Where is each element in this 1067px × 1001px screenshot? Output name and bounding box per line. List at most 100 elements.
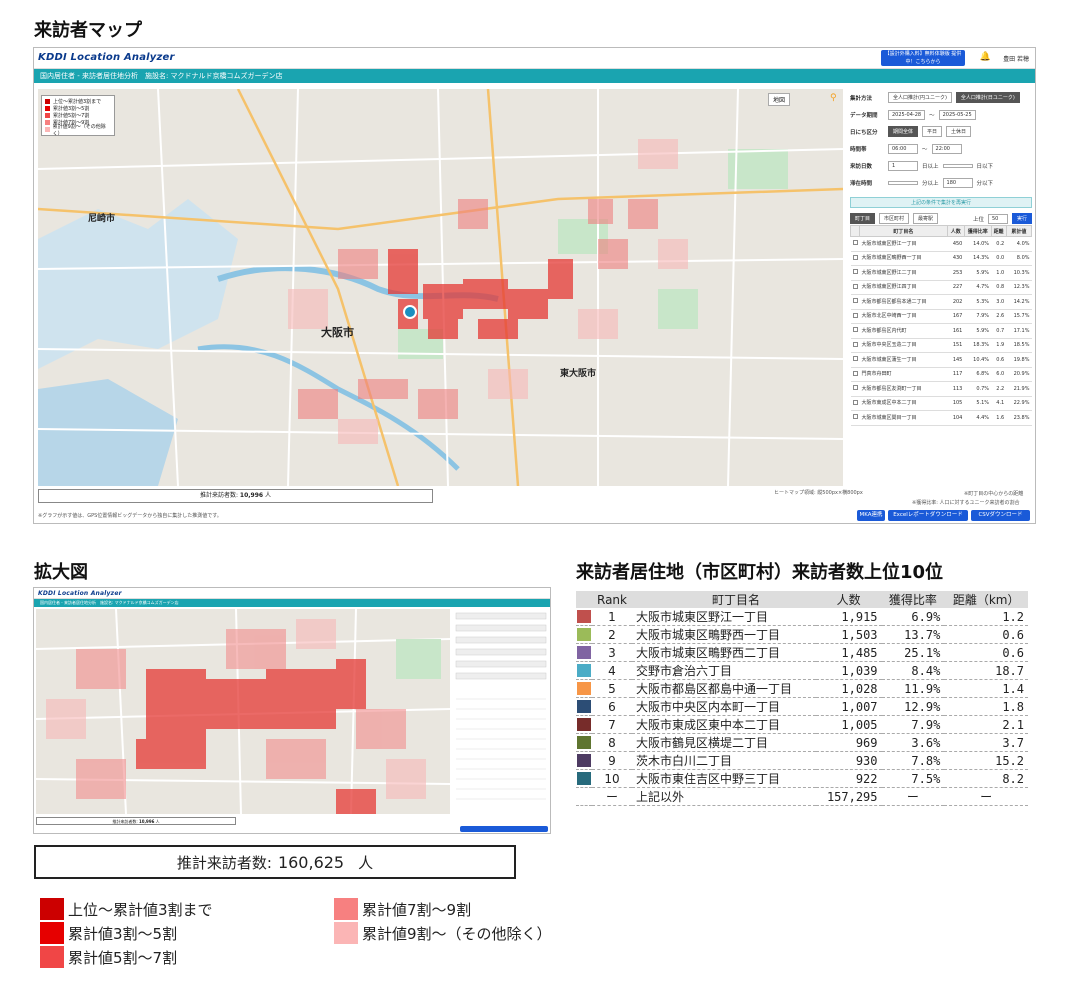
date-from-input[interactable]: 2025-04-28 <box>888 109 926 120</box>
top-n-input[interactable]: 50 <box>987 213 1008 224</box>
rank-name: 大阪市鶴見区横堤二丁目 <box>632 733 816 752</box>
row-checkbox[interactable] <box>850 367 860 382</box>
ranking-row: 4 交野市倉治六丁目 1,039 8.4% 18.7 <box>576 661 1028 680</box>
row-checkbox[interactable] <box>850 265 860 281</box>
rerun-button[interactable]: 上記の条件で集計を再実行 <box>850 197 1032 208</box>
row-checkbox[interactable] <box>850 352 860 368</box>
time-to-select[interactable]: 22:00 <box>931 143 962 154</box>
table-row[interactable]: 大阪市都島区友渕町一丁目 113 0.7% 2.2 21.9% <box>850 381 1032 397</box>
row-checkbox[interactable] <box>850 251 860 266</box>
zoom-subbar: 国内居住者 - 来訪者居住地分析 施設名: マクドナルド京橋コムズガーデン店 <box>34 599 550 607</box>
user-menu[interactable]: 豊田 若穂 <box>1003 54 1029 63</box>
rank-color-swatch <box>577 700 591 713</box>
row-checkbox[interactable] <box>850 236 860 252</box>
rank-ratio: 7.5% <box>881 769 945 788</box>
table-row[interactable]: 門真市舟田町 117 6.8% 6.0 20.9% <box>850 367 1032 382</box>
rank-count: 1,028 <box>815 679 882 698</box>
map-canvas <box>38 89 843 486</box>
rank-number: ー <box>592 787 632 806</box>
day-option-all[interactable]: 期間全体 <box>888 126 919 137</box>
rank-distance: 1.4 <box>944 679 1028 698</box>
tab-city[interactable]: 市区町村 <box>879 213 910 224</box>
table-row[interactable]: 大阪市城東区鴫野西一丁目 430 14.3% 0.0 8.0% <box>850 251 1032 266</box>
tab-station[interactable]: 最寄駅 <box>913 213 939 224</box>
day-option-holiday[interactable]: 土休日 <box>946 126 972 137</box>
promo-button[interactable]: 【設計外購入料】無料体験版 提供中！こちらから <box>881 50 965 66</box>
row-checkbox[interactable] <box>850 280 860 295</box>
table-row[interactable]: 大阪市東成区中本二丁目 105 5.1% 4.1 22.9% <box>850 396 1032 411</box>
rank-color-swatch <box>577 610 591 623</box>
rank-distance: 0.6 <box>944 625 1028 644</box>
city-label-higashiosaka: 東大阪市 <box>560 369 597 379</box>
date-to-input[interactable]: 2025-05-25 <box>938 109 976 120</box>
bell-icon[interactable]: 🔔 <box>980 52 991 62</box>
rank-name: 大阪市中央区内本町一丁目 <box>632 697 816 716</box>
days-min-select[interactable]: 1 <box>888 160 918 171</box>
method-option-2[interactable]: 全人口推計(日ユニーク) <box>955 92 1020 103</box>
stay-min-select[interactable] <box>888 180 918 185</box>
rank-count: 930 <box>815 751 882 770</box>
rank-distance: 8.2 <box>944 769 1028 788</box>
excel-download-button[interactable]: Excelレポートダウンロード <box>888 510 968 521</box>
table-row[interactable]: 大阪市城東区野江二丁目 253 5.9% 1.0 10.3% <box>850 265 1032 281</box>
zoom-map-canvas[interactable] <box>36 609 450 814</box>
rank-ratio: 25.1% <box>881 643 945 662</box>
table-row[interactable]: 大阪市城東区関目一丁目 104 4.4% 1.6 23.8% <box>850 410 1032 426</box>
days-max-select[interactable] <box>942 163 973 168</box>
row-checkbox[interactable] <box>850 396 860 411</box>
ranking-row: 3 大阪市城東区鴫野西二丁目 1,485 25.1% 0.6 <box>576 643 1028 662</box>
note-ratio: ※獲得比率: 人口に対するユニーク来訪者の割合 <box>912 500 1020 506</box>
legend-col-1: 上位〜累計値3割まで 累計値3割〜5割 累計値5割〜7割 <box>40 897 213 969</box>
table-row[interactable]: 大阪市都島区内代町 161 5.9% 0.7 17.1% <box>850 323 1032 339</box>
footnote: ※グラフが示す値は、GPS位置情報ビッグデータから独自に集計した推測値です。 <box>38 513 222 519</box>
stay-max-select[interactable]: 180 <box>942 177 973 188</box>
rank-color-swatch <box>577 718 591 731</box>
rank-count: 1,915 <box>815 608 882 626</box>
rank-number: 3 <box>592 643 632 662</box>
table-row[interactable]: 大阪市北区中崎西一丁目 167 7.9% 2.6 15.7% <box>850 309 1032 324</box>
row-checkbox[interactable] <box>850 309 860 324</box>
rank-name: 大阪市東住吉区中野三丁目 <box>632 769 816 788</box>
run-button[interactable]: 実行 <box>1011 213 1032 224</box>
time-from-select[interactable]: 06:00 <box>888 143 918 154</box>
rank-number: 2 <box>592 625 632 644</box>
legend-swatch <box>334 922 358 944</box>
row-checkbox[interactable] <box>850 381 860 397</box>
csv-download-button[interactable]: CSVダウンロード <box>971 510 1030 521</box>
table-row[interactable]: 大阪市城東区野江一丁目 450 14.0% 0.2 4.0% <box>850 236 1032 252</box>
map-type-select[interactable]: 地図 <box>768 93 791 106</box>
legend-col-2: 累計値7割〜9割 累計値9割〜（その他除く） <box>334 897 552 945</box>
table-row[interactable]: 大阪市城東区蒲生一丁目 145 10.4% 0.6 19.8% <box>850 352 1032 368</box>
row-checkbox[interactable] <box>850 338 860 353</box>
legend-item: 累計値9割〜（その他除く） <box>45 124 111 137</box>
row-checkbox[interactable] <box>850 294 860 310</box>
rank-ratio: 13.7% <box>881 625 945 644</box>
rank-number: 1 <box>592 608 632 626</box>
tab-chome[interactable]: 町丁目 <box>850 213 876 224</box>
row-checkbox[interactable] <box>850 323 860 339</box>
heatmap-area[interactable]: 大阪市 東大阪市 尼崎市 地図 ⚲ 上位〜累計値3割まで 累計値3割〜5割 累計… <box>38 89 843 486</box>
total-label: 推計来訪者数: <box>176 853 272 872</box>
rank-name: 大阪市城東区野江一丁目 <box>632 608 816 626</box>
rank-number: 7 <box>592 715 632 734</box>
table-row[interactable]: 大阪市城東区野江四丁目 227 4.7% 0.8 12.3% <box>850 280 1032 295</box>
ranking-row: ー上記以外 157,295 ーー <box>576 787 1028 806</box>
zoom-buttons-bar[interactable] <box>460 826 548 832</box>
rank-count: 157,295 <box>815 787 882 806</box>
ranking-row: 1 大阪市城東区野江一丁目 1,915 6.9% 1.2 <box>576 608 1028 626</box>
method-option-1[interactable]: 全人口推計(円ユニーク) <box>888 92 952 103</box>
day-option-weekday[interactable]: 平日 <box>922 126 943 137</box>
rank-name: 大阪市東成区東中本二丁目 <box>632 715 816 734</box>
rank-count: 1,039 <box>815 661 882 680</box>
pegman-icon[interactable]: ⚲ <box>830 93 837 103</box>
rank-count: 1,485 <box>815 643 882 662</box>
legend-item: 累計値9割〜（その他除く） <box>334 921 552 945</box>
ranking-table: Rank 町丁目名 人数 獲得比率 距離（km） 1 大阪市城東区野江一丁目 1,9… <box>576 591 1028 806</box>
rank-distance: 1.2 <box>944 608 1028 626</box>
table-row[interactable]: 大阪市中央区玉造二丁目 151 18.3% 1.9 18.5% <box>850 338 1032 353</box>
legend-item: 上位〜累計値3割まで <box>40 897 213 921</box>
row-checkbox[interactable] <box>850 410 860 426</box>
table-row[interactable]: 大阪市都島区都島本通二丁目 202 5.3% 3.0 14.2% <box>850 294 1032 310</box>
rank-name: 大阪市都島区都島中通一丁目 <box>632 679 816 698</box>
mka-button[interactable]: MKA連携 <box>857 510 885 521</box>
